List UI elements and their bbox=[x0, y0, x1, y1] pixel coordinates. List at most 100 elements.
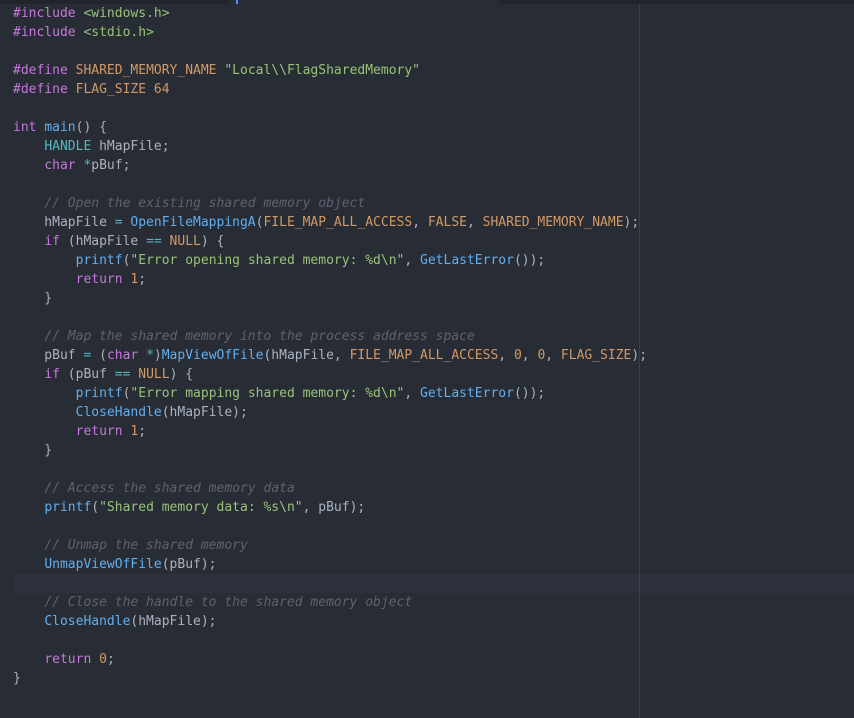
code-token: * bbox=[146, 348, 154, 363]
code-line[interactable] bbox=[13, 574, 647, 593]
code-line[interactable]: char *pBuf; bbox=[13, 156, 647, 175]
code-line[interactable]: return 0; bbox=[13, 650, 647, 669]
code-token: FILE_MAP_ALL_ACCESS bbox=[263, 215, 413, 230]
code-token: UnmapViewOfFile bbox=[44, 557, 162, 572]
code-line[interactable]: HANDLE hMapFile; bbox=[13, 137, 647, 156]
code-line[interactable] bbox=[13, 99, 647, 118]
code-token: ; bbox=[106, 652, 115, 667]
code-token: ) bbox=[153, 348, 162, 363]
code-token: FALSE bbox=[427, 215, 467, 230]
code-token: = bbox=[114, 215, 123, 230]
code-line[interactable]: return 1; bbox=[13, 270, 647, 289]
code-token: int bbox=[13, 120, 37, 135]
code-token: NULL bbox=[138, 367, 170, 382]
code-token: ); bbox=[623, 215, 640, 230]
code-token: , bbox=[404, 386, 421, 401]
code-line[interactable]: UnmapViewOfFile(pBuf); bbox=[13, 555, 647, 574]
code-line[interactable] bbox=[13, 517, 647, 536]
code-token: OpenFileMappingA bbox=[130, 215, 256, 230]
code-token: 64 bbox=[153, 82, 170, 97]
code-line[interactable]: printf("Shared memory data: %s\n", pBuf)… bbox=[13, 498, 647, 517]
code-token: return bbox=[44, 652, 92, 667]
code-editor[interactable]: #include <windows.h> #include <stdio.h> #… bbox=[0, 0, 854, 718]
code-token: return bbox=[75, 424, 123, 439]
code-token: (pBuf bbox=[59, 367, 115, 382]
code-token: NULL bbox=[169, 234, 201, 249]
code-token: (hMapFile); bbox=[161, 405, 248, 420]
code-line[interactable]: } bbox=[13, 669, 647, 688]
code-token: "Error opening shared memory: %d\n" bbox=[130, 253, 405, 268]
code-line[interactable]: hMapFile = OpenFileMappingA(FILE_MAP_ALL… bbox=[13, 213, 647, 232]
code-token: , bbox=[404, 253, 421, 268]
code-line[interactable]: #define SHARED_MEMORY_NAME "Local\\FlagS… bbox=[13, 61, 647, 80]
code-token: // Open the existing shared memory objec… bbox=[44, 196, 366, 211]
code-line[interactable]: int main() { bbox=[13, 118, 647, 137]
code-token: FILE_MAP_ALL_ACCESS bbox=[349, 348, 499, 363]
code-line[interactable] bbox=[13, 175, 647, 194]
code-token: return bbox=[75, 272, 123, 287]
code-line[interactable]: #include <stdio.h> bbox=[13, 23, 647, 42]
code-line[interactable]: } bbox=[13, 441, 647, 460]
code-token: FLAG_SIZE bbox=[560, 348, 632, 363]
code-token: == bbox=[146, 234, 162, 249]
code-token: ) { bbox=[200, 234, 225, 249]
code-token: , bbox=[498, 348, 514, 363]
code-token: // Unmap the shared memory bbox=[44, 538, 248, 553]
code-line[interactable]: if (pBuf == NULL) { bbox=[13, 365, 647, 384]
code-line[interactable]: // Open the existing shared memory objec… bbox=[13, 194, 647, 213]
code-line[interactable]: // Map the shared memory into the proces… bbox=[13, 327, 647, 346]
code-token: char bbox=[106, 348, 139, 363]
code-line[interactable] bbox=[13, 460, 647, 479]
code-token: <windows.h> bbox=[83, 6, 170, 21]
code-line[interactable]: pBuf = (char *)MapViewOfFile(hMapFile, F… bbox=[13, 346, 647, 365]
code-line[interactable]: CloseHandle(hMapFile); bbox=[13, 403, 647, 422]
code-line[interactable]: #define FLAG_SIZE 64 bbox=[13, 80, 647, 99]
code-token: (hMapFile bbox=[59, 234, 147, 249]
code-token: // Map the shared memory into the proces… bbox=[44, 329, 475, 344]
code-line[interactable]: // Access the shared memory data bbox=[13, 479, 647, 498]
code-token: (hMapFile, bbox=[263, 348, 350, 363]
code-token: , bbox=[466, 215, 483, 230]
code-token: CloseHandle bbox=[75, 405, 162, 420]
code-line[interactable]: CloseHandle(hMapFile); bbox=[13, 612, 647, 631]
code-token: pBuf bbox=[13, 348, 84, 363]
code-token: if bbox=[44, 234, 60, 249]
code-line[interactable]: return 1; bbox=[13, 422, 647, 441]
code-text-area[interactable]: #include <windows.h> #include <stdio.h> #… bbox=[13, 4, 647, 688]
code-token: ; bbox=[138, 424, 147, 439]
code-token: ( bbox=[91, 500, 100, 515]
code-token: } bbox=[13, 291, 53, 306]
code-token: #include bbox=[13, 25, 76, 40]
code-line[interactable] bbox=[13, 42, 647, 61]
code-line[interactable]: } bbox=[13, 289, 647, 308]
code-token: == bbox=[114, 367, 131, 382]
code-token: SHARED_MEMORY_NAME bbox=[75, 63, 217, 78]
code-token: pBuf; bbox=[91, 158, 131, 173]
code-line[interactable]: #include <windows.h> bbox=[13, 4, 647, 23]
code-line[interactable]: // Unmap the shared memory bbox=[13, 536, 647, 555]
code-line[interactable] bbox=[13, 308, 647, 327]
code-token: GetLastError bbox=[420, 386, 514, 401]
code-token: HANDLE bbox=[44, 139, 92, 154]
code-line[interactable]: if (hMapFile == NULL) { bbox=[13, 232, 647, 251]
code-token: , bbox=[545, 348, 561, 363]
code-line[interactable]: printf("Error mapping shared memory: %d\… bbox=[13, 384, 647, 403]
code-token: hMapFile; bbox=[91, 139, 170, 154]
code-token: FLAG_SIZE bbox=[75, 82, 147, 97]
code-line[interactable]: printf("Error opening shared memory: %d\… bbox=[13, 251, 647, 270]
code-line[interactable] bbox=[13, 631, 647, 650]
code-line[interactable]: // Close the handle to the shared memory… bbox=[13, 593, 647, 612]
code-token: main bbox=[44, 120, 76, 135]
